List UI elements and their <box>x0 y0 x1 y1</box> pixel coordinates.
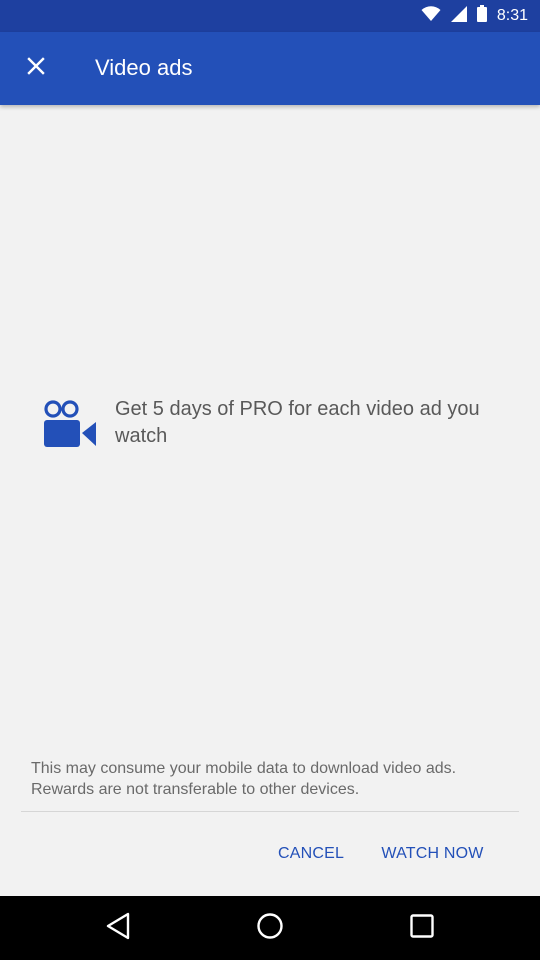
wifi-icon <box>421 5 441 27</box>
recents-icon <box>409 913 435 944</box>
app-bar: Video ads <box>0 32 540 105</box>
promo-text: Get 5 days of PRO for each video ad you … <box>115 398 480 447</box>
battery-icon <box>476 5 487 27</box>
page-title: Video ads <box>95 55 193 80</box>
recents-button[interactable] <box>392 906 452 950</box>
divider <box>21 811 519 812</box>
video-camera-icon <box>42 400 98 448</box>
status-icons: 8:31 <box>421 5 528 27</box>
data-usage-notice: This may consume your mobile data to dow… <box>31 760 457 798</box>
back-button[interactable] <box>88 906 148 950</box>
watch-now-button[interactable]: WATCH NOW <box>370 834 495 874</box>
signal-icon <box>450 5 467 27</box>
back-icon <box>105 912 131 945</box>
home-button[interactable] <box>240 906 300 950</box>
close-icon <box>27 56 45 80</box>
close-button[interactable] <box>12 44 60 92</box>
status-bar: 8:31 <box>0 0 540 32</box>
status-time: 8:31 <box>496 7 528 24</box>
home-icon <box>256 912 284 945</box>
promo-section: Get 5 days of PRO for each video ad you … <box>40 396 510 456</box>
navigation-bar <box>0 896 540 960</box>
cancel-button[interactable]: CANCEL <box>268 834 354 874</box>
